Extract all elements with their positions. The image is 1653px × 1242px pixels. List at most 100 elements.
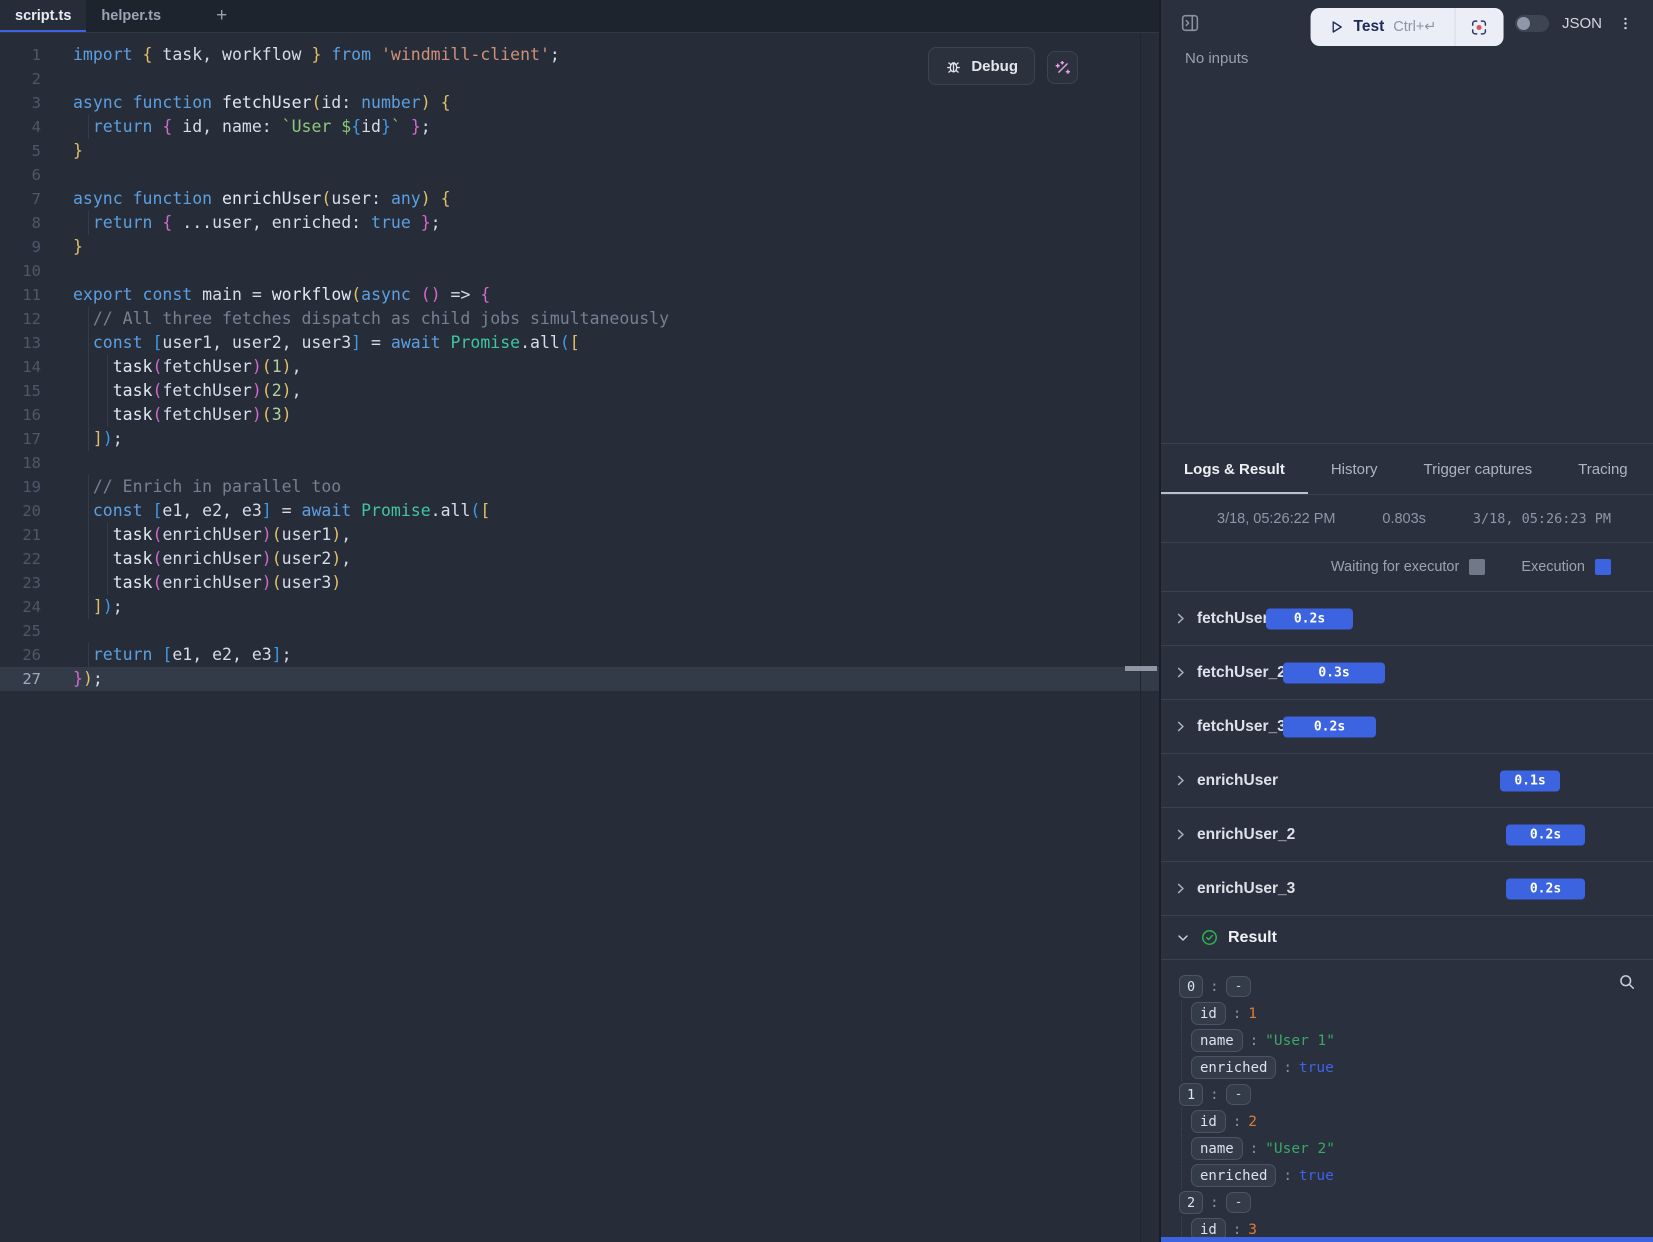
line-number: 16	[0, 406, 41, 424]
json-index-row: 1:-	[1179, 1081, 1653, 1108]
editor-pane: script.ts helper.ts + 1import { task, wo…	[0, 0, 1159, 1242]
code-editor[interactable]: 1import { task, workflow } from 'windmil…	[0, 33, 1159, 1242]
tab-logs-result[interactable]: Logs & Result	[1161, 444, 1308, 494]
line-number: 4	[0, 118, 41, 136]
no-inputs-text: No inputs	[1185, 50, 1653, 67]
chevron-right-icon[interactable]	[1173, 611, 1188, 626]
json-field-row: id:2	[1179, 1108, 1653, 1135]
json-key-badge: id	[1191, 1218, 1226, 1237]
timeline-row-fetchUser_3[interactable]: fetchUser_30.2s	[1161, 700, 1653, 754]
code-line: 3async function fetchUser(id: number) {	[0, 91, 1159, 115]
json-field-row: id:1	[1179, 1000, 1653, 1027]
chevron-right-icon[interactable]	[1173, 827, 1188, 842]
ai-assistant-button[interactable]	[1047, 51, 1078, 84]
new-tab-button[interactable]: +	[206, 0, 237, 32]
timeline-row-enrichUser[interactable]: enrichUser0.1s	[1161, 754, 1653, 808]
json-value: 1	[1248, 1006, 1257, 1022]
code-line: 10	[0, 259, 1159, 283]
run-times-row: 3/18, 05:26:22 PM 0.803s 3/18, 05:26:23 …	[1161, 495, 1653, 543]
line-number: 17	[0, 430, 41, 448]
legend-execution-label: Execution	[1521, 559, 1585, 575]
collapse-toggle[interactable]: -	[1226, 1084, 1252, 1105]
json-colon: :	[1283, 1168, 1291, 1184]
more-options-menu[interactable]	[1615, 12, 1635, 34]
code-line: 24 ]);	[0, 595, 1159, 619]
result-rows: 0:-id:1name:"User 1"enriched:true1:-id:2…	[1179, 973, 1653, 1237]
json-field-row: name:"User 2"	[1179, 1135, 1653, 1162]
legend-waiting-label: Waiting for executor	[1331, 559, 1459, 575]
line-number: 11	[0, 286, 41, 304]
tab-label: Tracing	[1578, 461, 1627, 478]
code-line: 25	[0, 619, 1159, 643]
editor-scrollbar[interactable]	[1140, 33, 1159, 1242]
line-number: 3	[0, 94, 41, 112]
chevron-right-icon[interactable]	[1173, 773, 1188, 788]
line-number: 14	[0, 358, 41, 376]
chevron-right-icon[interactable]	[1173, 881, 1188, 896]
tab-script-ts[interactable]: script.ts	[0, 0, 86, 32]
tab-helper-ts[interactable]: helper.ts	[86, 0, 176, 32]
json-field-row: enriched:true	[1179, 1162, 1653, 1189]
line-number: 7	[0, 190, 41, 208]
duration-badge: 0.2s	[1283, 716, 1376, 737]
code-line: 12 // All three fetches dispatch as chil…	[0, 307, 1159, 331]
tab-tracing[interactable]: Tracing	[1555, 444, 1650, 494]
result-title: Result	[1228, 929, 1277, 947]
json-key-badge: name	[1191, 1137, 1243, 1160]
result-header[interactable]: Result	[1161, 916, 1653, 960]
chevron-right-icon[interactable]	[1173, 665, 1188, 680]
test-button[interactable]: Test Ctrl+↵	[1311, 8, 1455, 46]
line-number: 25	[0, 622, 41, 640]
line-number: 26	[0, 646, 41, 664]
magic-wand-icon	[1054, 59, 1072, 77]
line-number: 21	[0, 526, 41, 544]
json-colon: :	[1210, 1087, 1218, 1103]
collapse-toggle[interactable]: -	[1226, 1192, 1252, 1213]
tab-trigger-captures[interactable]: Trigger captures	[1401, 444, 1556, 494]
json-field-row: enriched:true	[1179, 1054, 1653, 1081]
code-line: 16 task(fetchUser)(3)	[0, 403, 1159, 427]
timeline-row-fetchUser_2[interactable]: fetchUser_20.3s	[1161, 646, 1653, 700]
code-line: 9}	[0, 235, 1159, 259]
code-line: 17 ]);	[0, 427, 1159, 451]
json-toggle[interactable]	[1515, 15, 1549, 32]
timeline-row-fetchUser[interactable]: fetchUser0.2s	[1161, 592, 1653, 646]
capture-test-button[interactable]	[1455, 8, 1503, 46]
line-number: 2	[0, 70, 41, 88]
line-number: 24	[0, 598, 41, 616]
timeline-row-enrichUser_2[interactable]: enrichUser_20.2s	[1161, 808, 1653, 862]
line-number: 12	[0, 310, 41, 328]
json-key-badge: 0	[1179, 975, 1203, 998]
json-field-row: id:3	[1179, 1216, 1653, 1237]
json-toggle-label: JSON	[1562, 15, 1602, 32]
line-number: 13	[0, 334, 41, 352]
json-value: 3	[1248, 1222, 1257, 1238]
job-timeline: fetchUser0.2sfetchUser_20.3sfetchUser_30…	[1161, 592, 1653, 916]
json-key-badge: enriched	[1191, 1164, 1276, 1187]
json-colon: :	[1250, 1141, 1258, 1157]
collapse-panel-icon[interactable]	[1179, 12, 1201, 34]
line-number: 20	[0, 502, 41, 520]
debug-button[interactable]: Debug	[928, 47, 1035, 85]
test-label: Test	[1354, 18, 1385, 36]
job-name: enrichUser_2	[1197, 826, 1295, 844]
chevron-down-icon	[1175, 930, 1191, 946]
json-key-badge: 1	[1179, 1083, 1203, 1106]
search-result-icon[interactable]	[1617, 972, 1637, 996]
line-number: 8	[0, 214, 41, 232]
json-colon: :	[1283, 1060, 1291, 1076]
tab-history[interactable]: History	[1308, 444, 1401, 494]
collapse-toggle[interactable]: -	[1226, 976, 1252, 997]
run-panel: Test Ctrl+↵	[1161, 0, 1653, 1242]
duration-badge: 0.2s	[1266, 608, 1353, 629]
timeline-row-enrichUser_3[interactable]: enrichUser_30.2s	[1161, 862, 1653, 916]
code-line: 27});	[0, 667, 1159, 691]
panel-bottom-accent	[1161, 1237, 1653, 1242]
code-line: 18	[0, 451, 1159, 475]
chevron-right-icon[interactable]	[1173, 719, 1188, 734]
line-number: 5	[0, 142, 41, 160]
tab-label: Trigger captures	[1424, 461, 1533, 478]
tab-label: History	[1331, 461, 1378, 478]
debug-label: Debug	[971, 58, 1018, 75]
play-icon	[1329, 19, 1345, 35]
